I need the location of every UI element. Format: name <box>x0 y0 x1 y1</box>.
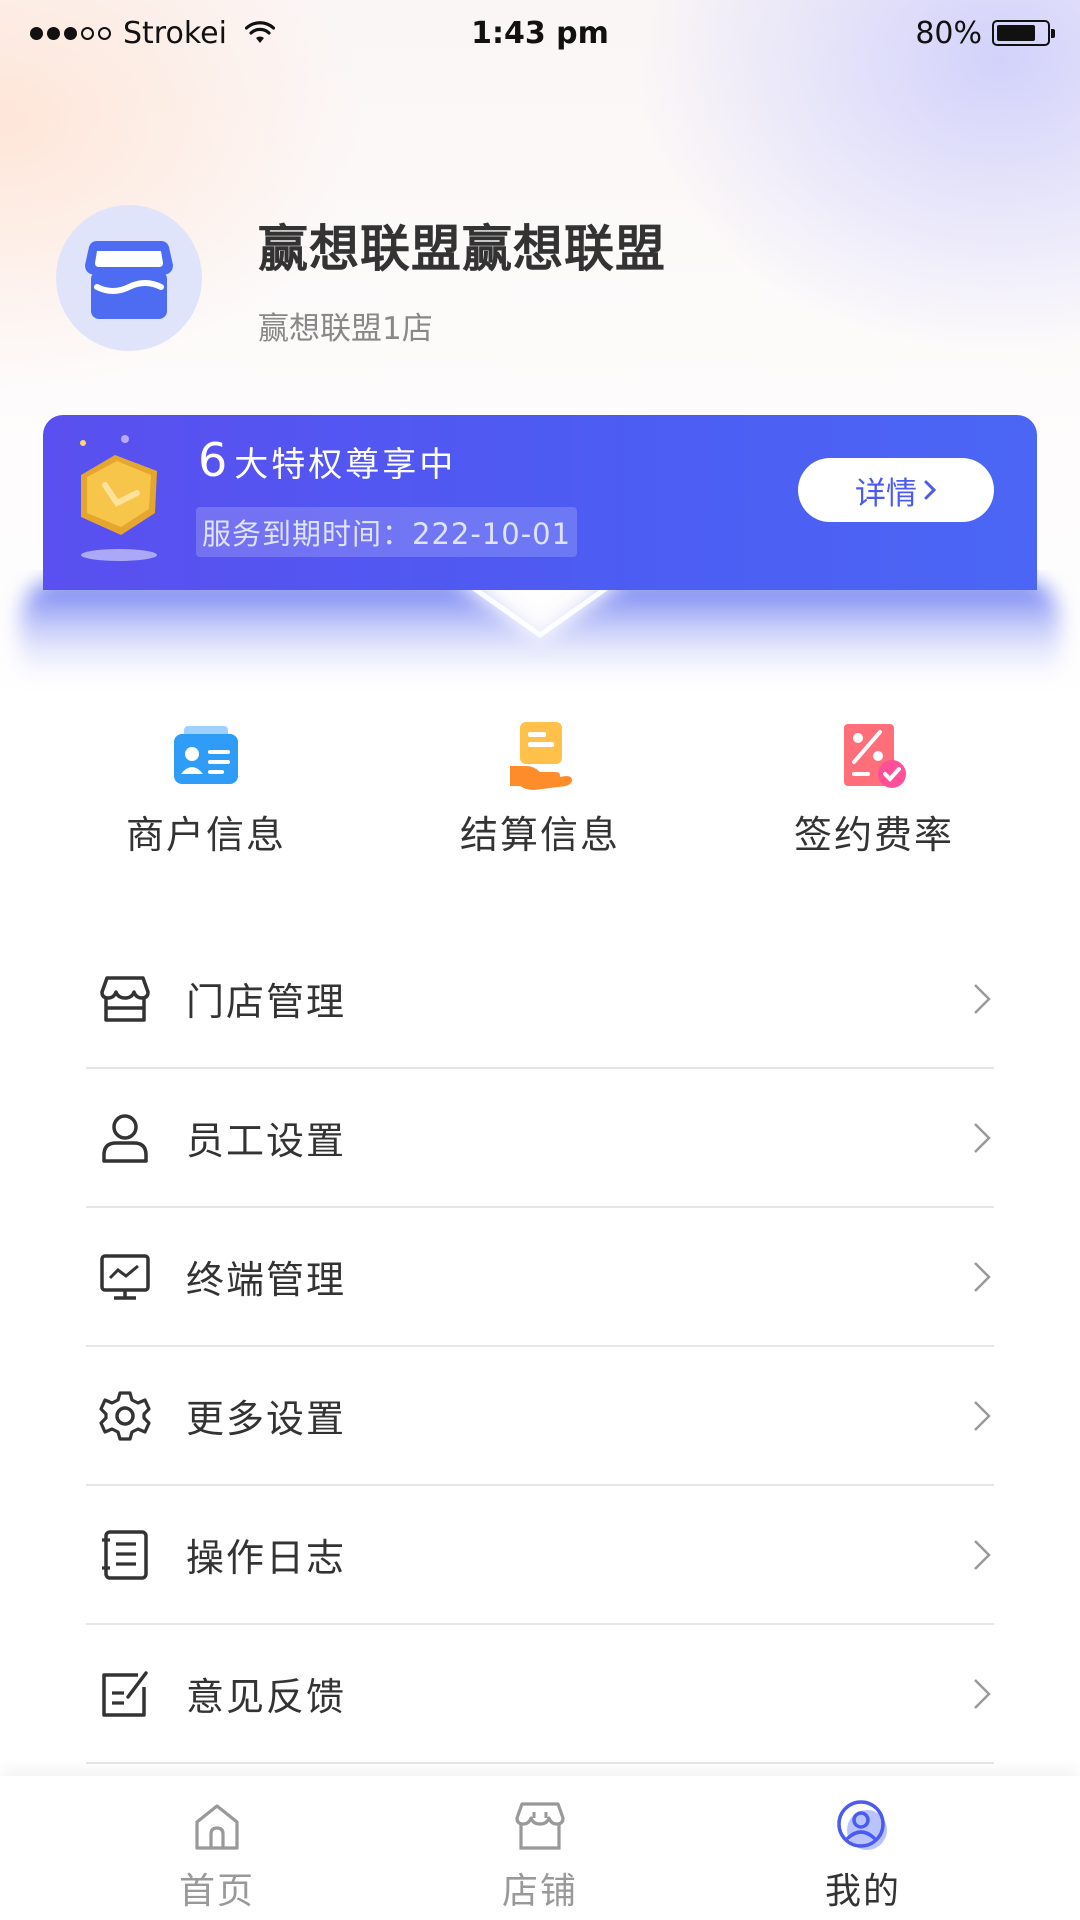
feedback-icon <box>102 1670 148 1717</box>
chevron-right-icon <box>974 1678 991 1709</box>
settings-menu: 门店管理 员工设置 终端管理 更多设置 操作日志 意见反馈 <box>86 930 994 1764</box>
carrier-label: Strokei <box>123 15 227 51</box>
chevron-right-icon <box>974 983 991 1014</box>
menu-label: 终端管理 <box>186 1258 347 1302</box>
bottom-tab-bar: 首页 店铺 我的 <box>0 1776 1080 1920</box>
quick-actions: 商户信息 结算信息 签约费率 <box>0 720 1080 860</box>
vip-badge-icon <box>80 435 157 561</box>
quick-action-merchant-info[interactable]: 商户信息 <box>86 720 326 859</box>
terminal-icon <box>100 1253 150 1300</box>
menu-item-feedback[interactable]: 意见反馈 <box>86 1625 994 1764</box>
menu-label: 员工设置 <box>186 1119 347 1163</box>
store-logo-icon <box>85 241 173 319</box>
merchant-card-icon <box>174 726 238 784</box>
vip-count: 6 <box>198 433 231 487</box>
menu-label: 意见反馈 <box>186 1675 347 1719</box>
vip-detail-label: 详情 <box>855 475 917 512</box>
wifi-icon <box>244 21 275 43</box>
tab-shop[interactable]: 店铺 <box>450 1798 630 1914</box>
menu-item-more-settings[interactable]: 更多设置 <box>86 1347 994 1486</box>
store-branch: 赢想联盟1店 <box>258 310 433 347</box>
tab-label: 首页 <box>178 1871 255 1912</box>
quick-label: 签约费率 <box>793 813 954 857</box>
battery-fill <box>997 25 1036 41</box>
tab-mine[interactable]: 我的 <box>773 1798 953 1914</box>
chevron-right-icon <box>974 1122 991 1153</box>
status-left: Strokei <box>30 16 275 51</box>
log-icon <box>102 1529 148 1580</box>
tab-label: 我的 <box>824 1871 901 1912</box>
chevron-right-icon <box>974 1539 991 1570</box>
menu-label: 更多设置 <box>186 1397 347 1441</box>
profile-header: 赢想联盟赢想联盟 赢想联盟1店 <box>56 205 666 351</box>
chevron-right-icon <box>974 1400 991 1431</box>
chevron-right-icon <box>974 1261 991 1292</box>
quick-action-contract-rate[interactable]: 签约费率 <box>754 720 994 859</box>
menu-item-staff-settings[interactable]: 员工设置 <box>86 1069 994 1208</box>
store-name: 赢想联盟赢想联盟 <box>258 219 666 278</box>
menu-item-terminal-management[interactable]: 终端管理 <box>86 1208 994 1347</box>
vip-detail-button[interactable]: 详情 <box>798 458 994 522</box>
menu-item-operation-log[interactable]: 操作日志 <box>86 1486 994 1625</box>
menu-label: 操作日志 <box>186 1536 347 1580</box>
signal-icon <box>30 26 111 40</box>
menu-label: 门店管理 <box>186 980 347 1024</box>
quick-action-settlement-info[interactable]: 结算信息 <box>420 720 660 859</box>
tab-label: 店铺 <box>501 1871 578 1912</box>
store-avatar[interactable] <box>56 205 202 351</box>
profile-text: 赢想联盟赢想联盟 赢想联盟1店 <box>258 209 666 348</box>
vip-title-text: 大特权尊享中 <box>234 445 457 485</box>
status-right: 80% <box>915 15 1055 51</box>
status-bar: Strokei 1:43 pm 80% <box>0 0 1080 66</box>
rate-icon <box>844 724 906 788</box>
tab-home[interactable]: 首页 <box>127 1798 307 1914</box>
settlement-icon <box>510 722 572 790</box>
vip-expire-date: 服务到期时间：222-10-01 <box>196 507 578 557</box>
profile-icon <box>837 1800 887 1850</box>
home-icon <box>195 1804 239 1850</box>
vip-title: 6 大特权尊享中 <box>198 433 456 487</box>
quick-label: 商户信息 <box>125 813 286 857</box>
battery-percent: 80% <box>915 15 982 51</box>
vip-privilege-card[interactable]: 6 大特权尊享中 服务到期时间：222-10-01 详情 <box>43 415 1037 590</box>
shop-icon <box>515 1802 565 1850</box>
battery-icon <box>992 20 1055 46</box>
store-icon <box>100 975 150 1022</box>
quick-label: 结算信息 <box>459 813 620 857</box>
user-icon <box>102 1113 148 1163</box>
menu-item-store-management[interactable]: 门店管理 <box>86 930 994 1069</box>
chevron-right-icon <box>924 480 937 500</box>
gear-icon <box>99 1390 151 1441</box>
